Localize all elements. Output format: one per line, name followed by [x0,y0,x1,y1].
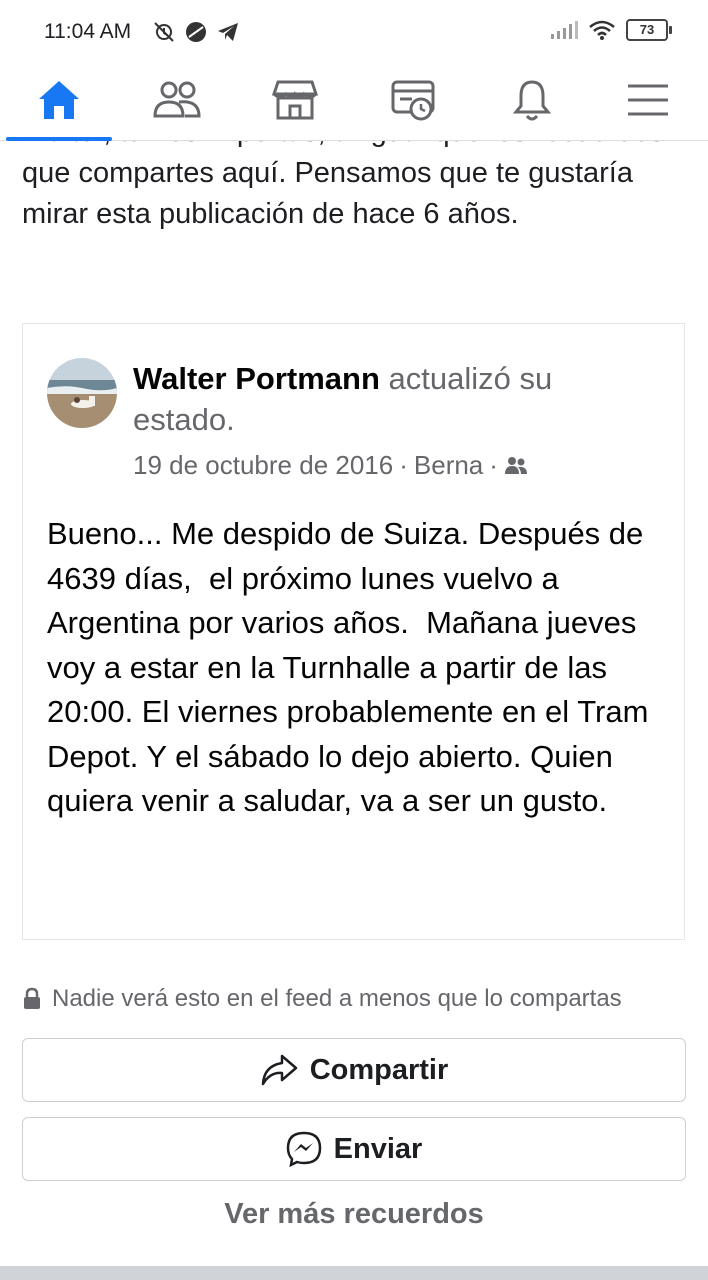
memory-post-card[interactable]: Walter Portmann actualizó su estado. 19 … [22,323,685,940]
wifi-icon [589,20,615,40]
status-bar: 11:04 AM 73 [0,0,708,64]
post-meta: 19 de octubre de 2016 · Berna · [133,450,528,481]
post-date[interactable]: 19 de octubre de 2016 [133,450,393,481]
nav-menu-tab[interactable] [618,70,678,130]
post-author[interactable]: Walter Portmann [133,361,380,396]
see-more-memories-link[interactable]: Ver más recuerdos [0,1198,708,1231]
nav-marketplace-tab[interactable] [265,70,325,130]
menu-icon [628,84,668,116]
privacy-note: Nadie verá esto en el feed a menos que l… [22,985,702,1013]
lock-icon [24,987,40,1009]
friends-icon [153,81,201,118]
memories-icon [391,80,435,121]
post-location[interactable]: Berna [414,450,483,481]
nav-friends-tab[interactable] [147,70,207,130]
messenger-icon [286,1131,321,1167]
share-icon [261,1054,297,1086]
nav-memories-tab[interactable] [383,70,443,130]
share-button[interactable]: Compartir [22,1038,686,1102]
friends-audience-icon [504,456,527,474]
alarm-off-icon [154,22,174,42]
privacy-note-text: Nadie verá esto en el feed a menos que l… [52,985,622,1012]
home-icon [39,81,79,119]
signal-icon [551,21,578,39]
share-button-label: Compartir [309,1053,449,1086]
meta-separator: · [399,450,408,480]
top-nav-bar [0,64,708,141]
send-button-label: Enviar [333,1132,423,1165]
status-icons-left [152,20,240,44]
nav-home-tab[interactable] [29,70,89,130]
avatar[interactable] [47,358,117,428]
bell-icon [512,80,552,121]
send-button[interactable]: Enviar [22,1117,686,1181]
marketplace-icon [272,80,318,120]
bottom-divider [0,1266,708,1280]
nav-notifications-tab[interactable] [502,70,562,130]
app-circle-icon [186,22,206,42]
post-body: Bueno... Me despido de Suiza. Después de… [47,516,658,818]
meta-separator: · [489,450,498,480]
status-time: 11:04 AM [44,20,132,43]
status-icons-right: 73 [550,19,672,41]
nav-active-indicator [6,137,112,141]
battery-icon: 73 [626,19,672,41]
telegram-icon [218,23,238,41]
post-header: Walter Portmann actualizó su estado. [133,358,653,440]
